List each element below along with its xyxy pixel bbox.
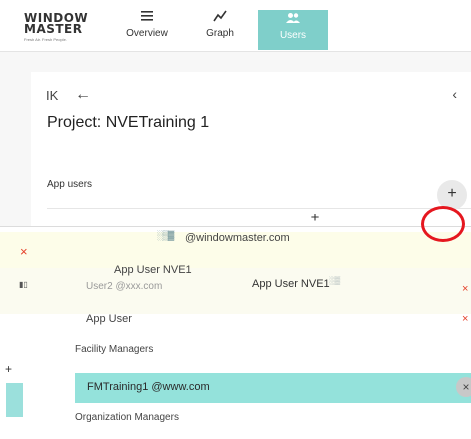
- back-arrow-icon[interactable]: ←: [75, 86, 91, 104]
- tab-graph-label: Graph: [206, 28, 234, 39]
- app-user-name: App User NVE1: [114, 264, 192, 276]
- tab-overview-label: Overview: [126, 28, 168, 39]
- organization-managers-heading: Organization Managers: [75, 412, 179, 423]
- remove-user-icon[interactable]: ×: [20, 244, 28, 259]
- windowmaster-logo[interactable]: WINDOW MASTER Fresh Air. Fresh People.: [24, 12, 96, 42]
- facility-manager-row[interactable]: FMTraining1 @www.com ×: [75, 373, 471, 403]
- avatar-small-icon: ▮▯: [19, 280, 28, 289]
- logo-line-2: MASTER: [24, 22, 83, 36]
- facility-manager-email: FMTraining1 @www.com: [87, 381, 210, 393]
- user2-email: User2 @xxx.com: [86, 281, 163, 292]
- tab-overview[interactable]: Overview: [112, 6, 182, 50]
- overlay-divider: [0, 226, 471, 227]
- menu-icon: [112, 10, 182, 28]
- facility-managers-heading: Facility Managers: [75, 344, 154, 355]
- page-title: Project: NVETraining 1: [47, 114, 210, 131]
- chevron-left-icon[interactable]: ‹: [452, 86, 457, 102]
- add-facility-manager-icon[interactable]: +: [5, 362, 12, 376]
- annotation-ring: [421, 206, 465, 242]
- avatar-small-icon-2: ░▒: [329, 276, 341, 285]
- remove-app-user-icon[interactable]: ×: [462, 313, 468, 325]
- first-page-icon[interactable]: IK: [46, 88, 58, 103]
- app-users-label: App users: [47, 179, 93, 190]
- user-list-overlay: [0, 226, 471, 439]
- app-user-name-duplicate: App User NVE1: [252, 278, 330, 290]
- app-user-row-label: App User: [86, 313, 132, 325]
- avatar-glyph-icon: ░▒▓: [157, 230, 174, 240]
- tab-users-label: Users: [279, 30, 307, 41]
- section-divider: [47, 208, 471, 209]
- tab-users[interactable]: Users: [258, 10, 328, 50]
- highlight-band-lower: [0, 268, 471, 314]
- remove-facility-manager-button[interactable]: ×: [456, 377, 471, 397]
- add-plus-partial-icon[interactable]: +: [300, 214, 330, 224]
- logo-tagline: Fresh Air. Fresh People.: [24, 37, 67, 42]
- tab-graph[interactable]: Graph: [185, 6, 255, 50]
- line-chart-icon: [185, 10, 255, 28]
- side-tab-fragment: [6, 383, 23, 417]
- users-icon: [258, 12, 328, 30]
- project-card: IK ← ‹ Project: NVETraining 1 App users …: [31, 72, 471, 232]
- remove-user2-icon[interactable]: ×: [462, 283, 468, 295]
- user-email-partial: @windowmaster.com: [185, 232, 290, 244]
- top-nav-bar: WINDOW MASTER Fresh Air. Fresh People. O…: [0, 0, 471, 52]
